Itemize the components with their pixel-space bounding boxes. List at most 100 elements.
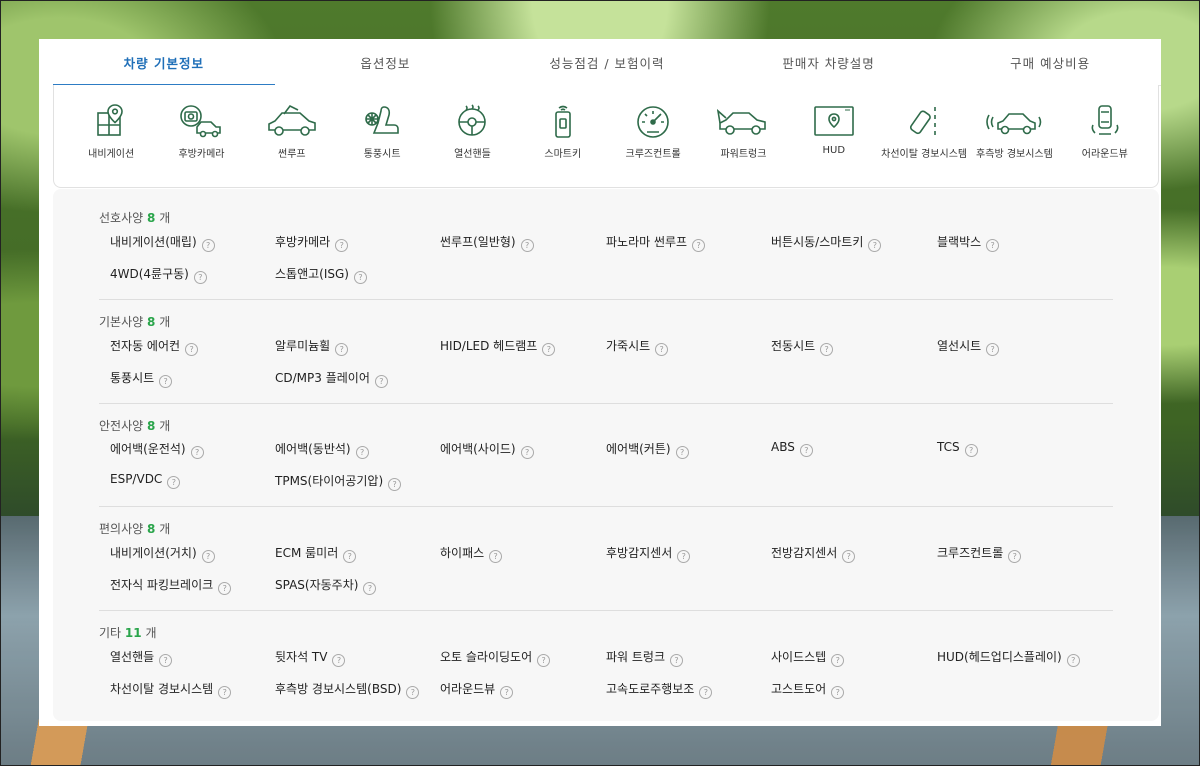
option-item[interactable]: 차선이탈 경보시스템?	[110, 680, 232, 699]
help-icon[interactable]: ?	[500, 686, 514, 699]
option-item[interactable]: ECM 룸미러?	[275, 544, 357, 563]
help-icon[interactable]: ?	[542, 343, 556, 356]
help-icon[interactable]: ?	[167, 476, 181, 489]
option-item[interactable]: 하이패스?	[440, 544, 503, 563]
option-item[interactable]: 후방감지센서?	[606, 544, 691, 563]
option-item[interactable]: 스톱앤고(ISG)?	[275, 265, 367, 284]
help-icon[interactable]: ?	[699, 686, 713, 699]
help-icon[interactable]: ?	[374, 375, 388, 388]
help-icon[interactable]: ?	[964, 444, 978, 457]
help-icon[interactable]: ?	[363, 582, 377, 595]
option-item[interactable]: 사이드스텝?	[771, 648, 845, 667]
option-item[interactable]: 오토 슬라이딩도어?	[440, 648, 551, 667]
option-item[interactable]: 고스트도어?	[771, 680, 845, 699]
option-item[interactable]: 에어백(커튼)?	[606, 440, 689, 459]
help-icon[interactable]: ?	[831, 686, 845, 699]
option-power-trunk[interactable]: 파워트렁크	[698, 103, 788, 160]
help-icon[interactable]: ?	[986, 239, 1000, 252]
option-item[interactable]: 후방카메라?	[275, 233, 349, 252]
option-item[interactable]: 4WD(4륜구동)?	[110, 265, 207, 284]
option-item[interactable]: 전방감지센서?	[771, 544, 856, 563]
option-item[interactable]: 크루즈컨트롤?	[937, 544, 1022, 563]
help-icon[interactable]: ?	[692, 239, 706, 252]
option-item[interactable]: TPMS(타이어공기압)?	[275, 472, 402, 491]
help-icon[interactable]: ?	[537, 654, 551, 667]
tab-expected-cost[interactable]: 구매 예상비용	[939, 39, 1161, 85]
help-icon[interactable]: ?	[201, 550, 215, 563]
help-icon[interactable]: ?	[831, 654, 845, 667]
help-icon[interactable]: ?	[675, 446, 689, 459]
help-icon[interactable]: ?	[343, 550, 357, 563]
option-item[interactable]: 블랙박스?	[937, 233, 1000, 252]
help-icon[interactable]: ?	[332, 654, 346, 667]
option-item[interactable]: 후측방 경보시스템(BSD)?	[275, 680, 420, 699]
option-item[interactable]: TCS?	[937, 440, 978, 457]
option-item[interactable]: 파워 트렁크?	[606, 648, 684, 667]
help-icon[interactable]: ?	[335, 343, 349, 356]
help-icon[interactable]: ?	[159, 654, 173, 667]
option-item[interactable]: 버튼시동/스마트키?	[771, 233, 882, 252]
help-icon[interactable]: ?	[520, 239, 534, 252]
option-item[interactable]: CD/MP3 플레이어?	[275, 369, 388, 388]
help-icon[interactable]: ?	[159, 375, 173, 388]
option-item[interactable]: 통풍시트?	[110, 369, 173, 388]
option-item[interactable]: SPAS(자동주차)?	[275, 576, 377, 595]
option-item[interactable]: 알루미늄휠?	[275, 337, 349, 356]
help-icon[interactable]: ?	[489, 550, 503, 563]
option-item[interactable]: ABS?	[771, 440, 813, 457]
help-icon[interactable]: ?	[670, 654, 684, 667]
option-item[interactable]: HUD(헤드업디스플레이)?	[937, 648, 1080, 667]
option-item[interactable]: 열선핸들?	[110, 648, 173, 667]
help-icon[interactable]: ?	[190, 446, 204, 459]
tab-basic-info[interactable]: 차량 기본정보	[53, 39, 275, 86]
option-hud[interactable]: HUD	[789, 103, 879, 160]
option-item[interactable]: HID/LED 헤드램프?	[440, 337, 556, 356]
option-item[interactable]: 전동시트?	[771, 337, 834, 356]
option-sunroof[interactable]: 썬루프	[247, 103, 337, 160]
option-item[interactable]: 뒷자석 TV?	[275, 648, 346, 667]
help-icon[interactable]: ?	[868, 239, 882, 252]
help-icon[interactable]: ?	[655, 343, 669, 356]
help-icon[interactable]: ?	[355, 446, 369, 459]
option-item[interactable]: 에어백(사이드)?	[440, 440, 534, 459]
option-blind-spot[interactable]: 후측방 경보시스템	[969, 103, 1059, 160]
option-item[interactable]: 전자식 파킹브레이크?	[110, 576, 232, 595]
help-icon[interactable]: ?	[799, 444, 813, 457]
help-icon[interactable]: ?	[218, 686, 232, 699]
option-lane-departure[interactable]: 차선이탈 경보시스템	[879, 103, 969, 160]
help-icon[interactable]: ?	[185, 343, 199, 356]
help-icon[interactable]: ?	[353, 271, 367, 284]
option-item[interactable]: 어라운드뷰?	[440, 680, 514, 699]
tab-options[interactable]: 옵션정보	[275, 39, 497, 85]
tab-seller-description[interactable]: 판매자 차량설명	[718, 39, 940, 85]
help-icon[interactable]: ?	[335, 239, 349, 252]
help-icon[interactable]: ?	[406, 686, 420, 699]
tab-inspection-insurance[interactable]: 성능점검 / 보험이력	[496, 39, 718, 85]
option-item[interactable]: 고속도로주행보조?	[606, 680, 713, 699]
help-icon[interactable]: ?	[842, 550, 856, 563]
option-cruise-control[interactable]: 크루즈컨트롤	[608, 103, 698, 160]
help-icon[interactable]: ?	[193, 271, 207, 284]
option-item[interactable]: ESP/VDC?	[110, 472, 181, 489]
option-item[interactable]: 열선시트?	[937, 337, 1000, 356]
option-item[interactable]: 파노라마 썬루프?	[606, 233, 706, 252]
help-icon[interactable]: ?	[520, 446, 534, 459]
option-item[interactable]: 내비게이션(매립)?	[110, 233, 215, 252]
option-smart-key[interactable]: 스마트키	[518, 103, 608, 160]
option-item[interactable]: 에어백(운전석)?	[110, 440, 204, 459]
option-item[interactable]: 썬루프(일반형)?	[440, 233, 534, 252]
help-icon[interactable]: ?	[388, 478, 402, 491]
help-icon[interactable]: ?	[986, 343, 1000, 356]
help-icon[interactable]: ?	[677, 550, 691, 563]
option-heated-steering[interactable]: 열선핸들	[427, 103, 517, 160]
help-icon[interactable]: ?	[201, 239, 215, 252]
option-item[interactable]: 가죽시트?	[606, 337, 669, 356]
option-ventilated-seat[interactable]: 통풍시트	[337, 103, 427, 160]
option-item[interactable]: 내비게이션(거치)?	[110, 544, 215, 563]
option-navigation[interactable]: 내비게이션	[66, 103, 156, 160]
help-icon[interactable]: ?	[1008, 550, 1022, 563]
help-icon[interactable]: ?	[1066, 654, 1080, 667]
help-icon[interactable]: ?	[820, 343, 834, 356]
option-around-view[interactable]: 어라운드뷰	[1060, 103, 1150, 160]
option-item[interactable]: 전자동 에어컨?	[110, 337, 199, 356]
